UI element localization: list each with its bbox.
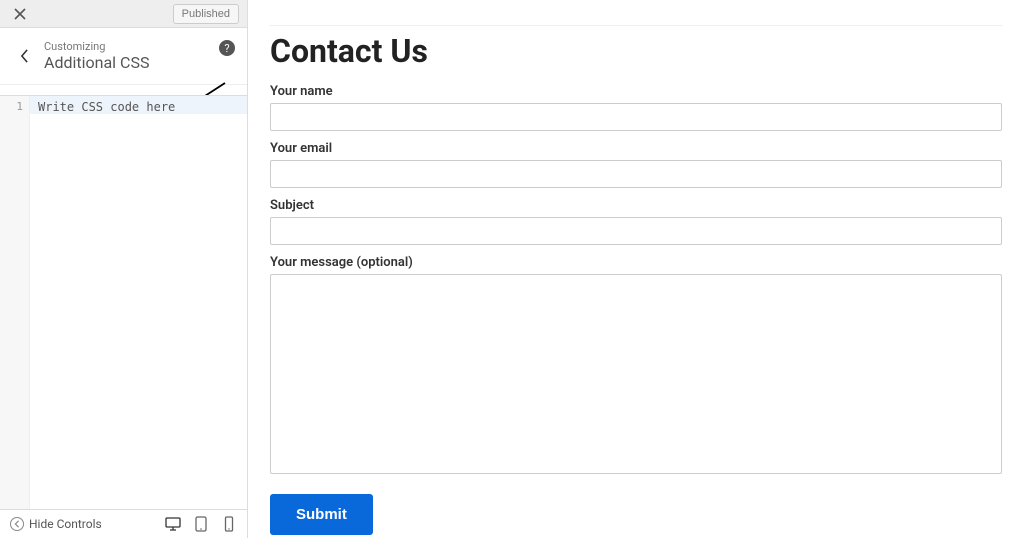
name-label: Your name	[270, 84, 1002, 99]
sidebar-bottom-bar: Hide Controls	[0, 509, 247, 538]
back-button[interactable]	[12, 44, 36, 68]
line-number: 1	[6, 100, 23, 113]
email-label: Your email	[270, 141, 1002, 156]
message-label: Your message (optional)	[270, 255, 1002, 270]
hide-controls-button[interactable]: Hide Controls	[10, 517, 157, 531]
device-preview-toggles	[165, 516, 237, 532]
tablet-preview-icon[interactable]	[193, 516, 209, 532]
help-icon[interactable]: ?	[219, 40, 235, 56]
page-title: Contact Us	[270, 32, 1002, 70]
subject-label: Subject	[270, 198, 1002, 213]
section-title: Additional CSS	[44, 53, 149, 72]
customizer-sidebar: Published Customizing Additional CSS ? 1…	[0, 0, 248, 538]
site-preview-pane: Contact Us Your name Your email Subject …	[248, 0, 1024, 538]
code-placeholder-line[interactable]: Write CSS code here	[30, 96, 247, 114]
name-input[interactable]	[270, 103, 1002, 131]
email-input[interactable]	[270, 160, 1002, 188]
customizing-label: Customizing	[44, 40, 149, 53]
sidebar-header: Customizing Additional CSS ?	[0, 28, 247, 85]
code-gutter: 1	[0, 96, 30, 509]
close-customizer-button[interactable]	[8, 2, 32, 26]
sidebar-top-bar: Published	[0, 0, 247, 28]
published-status-button[interactable]: Published	[173, 4, 239, 24]
css-code-editor[interactable]: 1 Write CSS code here	[0, 95, 247, 509]
submit-button[interactable]: Submit	[270, 494, 373, 535]
collapse-icon	[10, 517, 24, 531]
desktop-preview-icon[interactable]	[165, 516, 181, 532]
preview-top-border	[270, 0, 1002, 26]
message-textarea[interactable]	[270, 274, 1002, 474]
subject-input[interactable]	[270, 217, 1002, 245]
hide-controls-label: Hide Controls	[29, 517, 102, 531]
mobile-preview-icon[interactable]	[221, 516, 237, 532]
